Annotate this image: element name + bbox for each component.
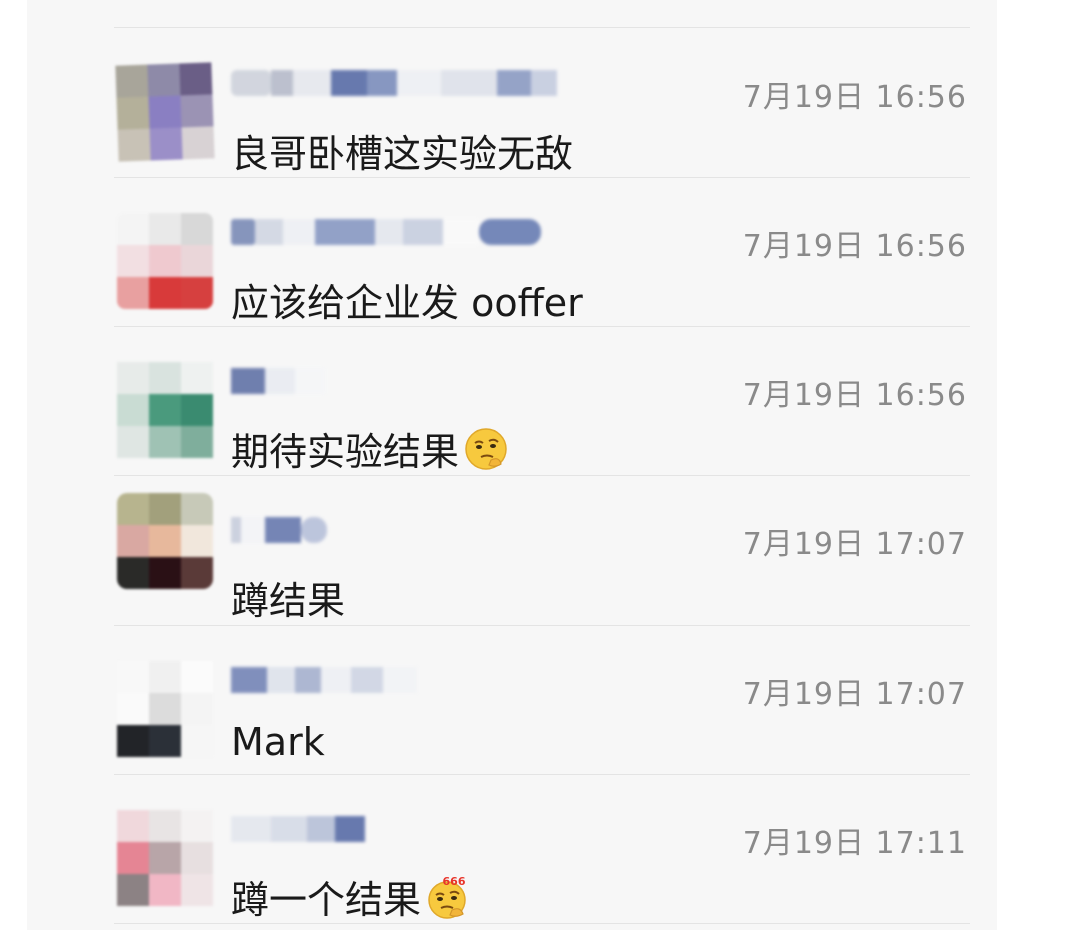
666-thinking-face-icon: 666: [425, 874, 471, 920]
redacted-username: [231, 663, 417, 697]
comment-text: 期待实验结果: [231, 421, 509, 476]
comment-text: 良哥卧槽这实验无敌: [231, 123, 573, 178]
comment-text: 蹲结果: [231, 570, 345, 625]
comment-time: 7月19日 17:07: [742, 527, 967, 562]
comments-panel: 7月19日 16:56 良哥卧槽这实验无敌 7月19日 16:56 应该给企业发…: [27, 0, 997, 930]
comment-item[interactable]: 7月19日 16:56 应该给企业发 ooffer: [27, 177, 997, 325]
comment-text-content: 应该给企业发 ooffer: [231, 281, 583, 325]
redacted-username: [231, 812, 365, 846]
comment-item[interactable]: 7月19日 17:07 Mark: [27, 625, 997, 773]
redacted-username: [231, 513, 327, 547]
comment-item[interactable]: 7月19日 17:11 蹲一个结果 666: [27, 774, 997, 922]
redacted-username: [231, 66, 557, 100]
comment-time: 7月19日 17:11: [742, 826, 967, 861]
comment-time: 7月19日 16:56: [742, 80, 967, 115]
comment-text-content: Mark: [231, 720, 325, 764]
avatar[interactable]: [117, 810, 213, 906]
comment-time: 7月19日 16:56: [742, 229, 967, 264]
comment-item[interactable]: 7月19日 16:56 期待实验结果: [27, 326, 997, 474]
comment-text-content: 期待实验结果: [231, 430, 460, 474]
avatar[interactable]: [117, 213, 213, 309]
comment-text: 应该给企业发 ooffer: [231, 272, 583, 327]
thinking-face-icon: [463, 426, 509, 472]
comment-text-content: 蹲结果: [231, 579, 346, 623]
redacted-username: [231, 215, 541, 249]
redacted-username: [231, 364, 325, 398]
comment-text: 蹲一个结果 666: [231, 869, 471, 924]
comment-item[interactable]: 7月19日 16:56 良哥卧槽这实验无敌: [27, 28, 997, 176]
comment-text-content: 蹲一个结果: [231, 878, 422, 922]
emoji-badge-text: 666: [443, 875, 466, 888]
avatar[interactable]: [117, 493, 213, 589]
comment-time: 7月19日 16:56: [742, 378, 967, 413]
comment-text: Mark: [231, 720, 325, 764]
avatar[interactable]: [117, 661, 213, 757]
comment-text-content: 良哥卧槽这实验无敌: [231, 132, 574, 176]
divider: [114, 923, 970, 924]
comment-item[interactable]: 7月19日 17:07 蹲结果: [27, 475, 997, 623]
comment-time: 7月19日 17:07: [742, 677, 967, 712]
avatar[interactable]: [115, 62, 215, 162]
avatar[interactable]: [117, 362, 213, 458]
